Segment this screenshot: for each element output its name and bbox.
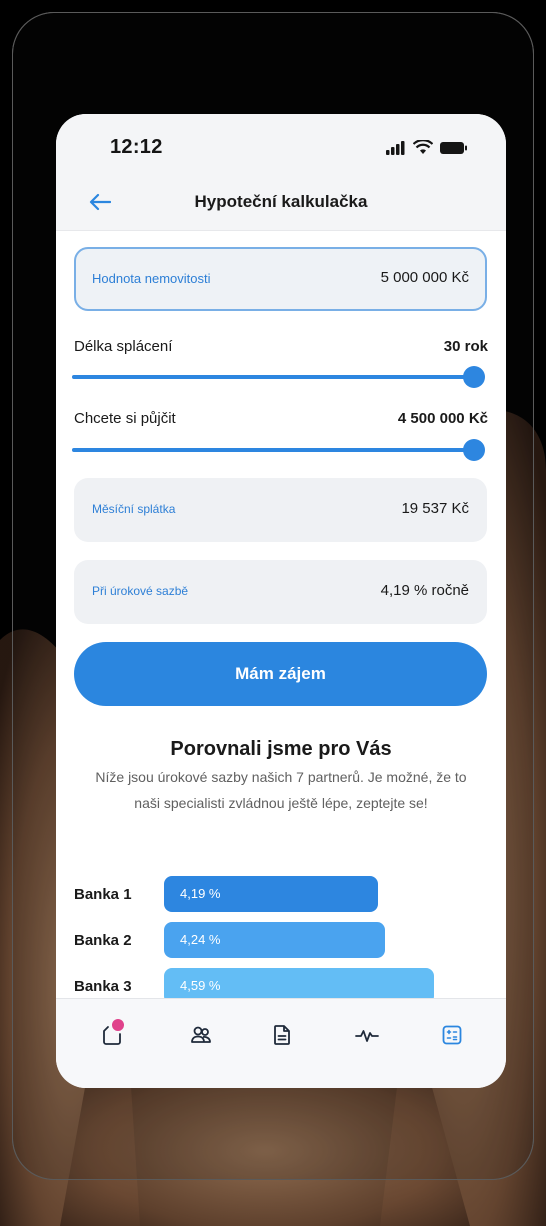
bank-rate-label: 4,59 % [180, 978, 221, 993]
bank-name: Banka 1 [74, 886, 132, 903]
bottom-tab-bar [56, 998, 506, 1088]
loan-amount-value: 4 500 000 Kč [397, 410, 488, 427]
bank-name: Banka 2 [74, 932, 132, 949]
bank-row: Banka 2 4,24 % [74, 922, 494, 958]
interest-rate-label: Při úrokové sazbě [92, 584, 189, 598]
phone-screen: 12:12 Hypoteční kalkulačka Hodnota nemov… [56, 114, 506, 1088]
interest-rate-card: Při úrokové sazbě 4,19 % ročně [74, 560, 487, 624]
notification-badge [110, 1017, 126, 1033]
status-bar: 12:12 [56, 114, 506, 178]
interest-button[interactable]: Mám zájem [74, 642, 487, 706]
repayment-length-label: Délka splácení [74, 338, 173, 355]
wifi-icon [413, 140, 433, 154]
tab-calculator[interactable] [438, 1021, 466, 1049]
slider-fill [72, 448, 474, 452]
tab-documents[interactable] [268, 1021, 296, 1049]
bank-rate-bar: 4,19 % [164, 876, 378, 912]
status-time: 12:12 [110, 136, 163, 158]
page-title: Hypoteční kalkulačka [194, 192, 368, 211]
calculator-icon [442, 1025, 462, 1045]
monthly-payment-label: Měsíční splátka [92, 502, 176, 516]
tab-users[interactable] [187, 1021, 215, 1049]
document-icon [274, 1025, 290, 1045]
property-value-input[interactable]: 5 000 000 Kč [381, 269, 469, 286]
app-header: Hypoteční kalkulačka [56, 178, 506, 231]
activity-icon [355, 1030, 379, 1042]
battery-icon [440, 141, 467, 154]
tab-activity[interactable] [353, 1021, 381, 1049]
comparison-title: Porovnali jsme pro Vás [170, 738, 392, 760]
repayment-length-value: 30 rok [443, 338, 488, 355]
comparison-text: Níže jsou úrokové sazby našich 7 partner… [95, 769, 467, 811]
loan-amount-label: Chcete si půjčit [74, 410, 176, 427]
users-icon [191, 1026, 211, 1043]
slider-thumb[interactable] [463, 366, 485, 388]
bank-rate-label: 4,24 % [180, 932, 221, 947]
property-value-field[interactable]: Hodnota nemovitosti 5 000 000 Kč [74, 247, 487, 311]
slider-thumb[interactable] [463, 439, 485, 461]
property-value-label: Hodnota nemovitosti [92, 271, 211, 286]
bank-row: Banka 1 4,19 % [74, 876, 494, 912]
status-icons [386, 140, 468, 155]
signal-icon [386, 140, 405, 155]
bank-rate-bar: 4,24 % [164, 922, 385, 958]
interest-rate-value: 4,19 % ročně [380, 582, 469, 599]
slider-fill [72, 375, 474, 379]
bank-name: Banka 3 [74, 978, 132, 995]
loan-amount-slider[interactable] [72, 438, 486, 462]
repayment-length-slider[interactable] [72, 365, 486, 389]
monthly-payment-value: 19 537 Kč [401, 500, 469, 517]
bank-rate-label: 4,19 % [180, 886, 221, 901]
monthly-payment-card: Měsíční splátka 19 537 Kč [74, 478, 487, 542]
